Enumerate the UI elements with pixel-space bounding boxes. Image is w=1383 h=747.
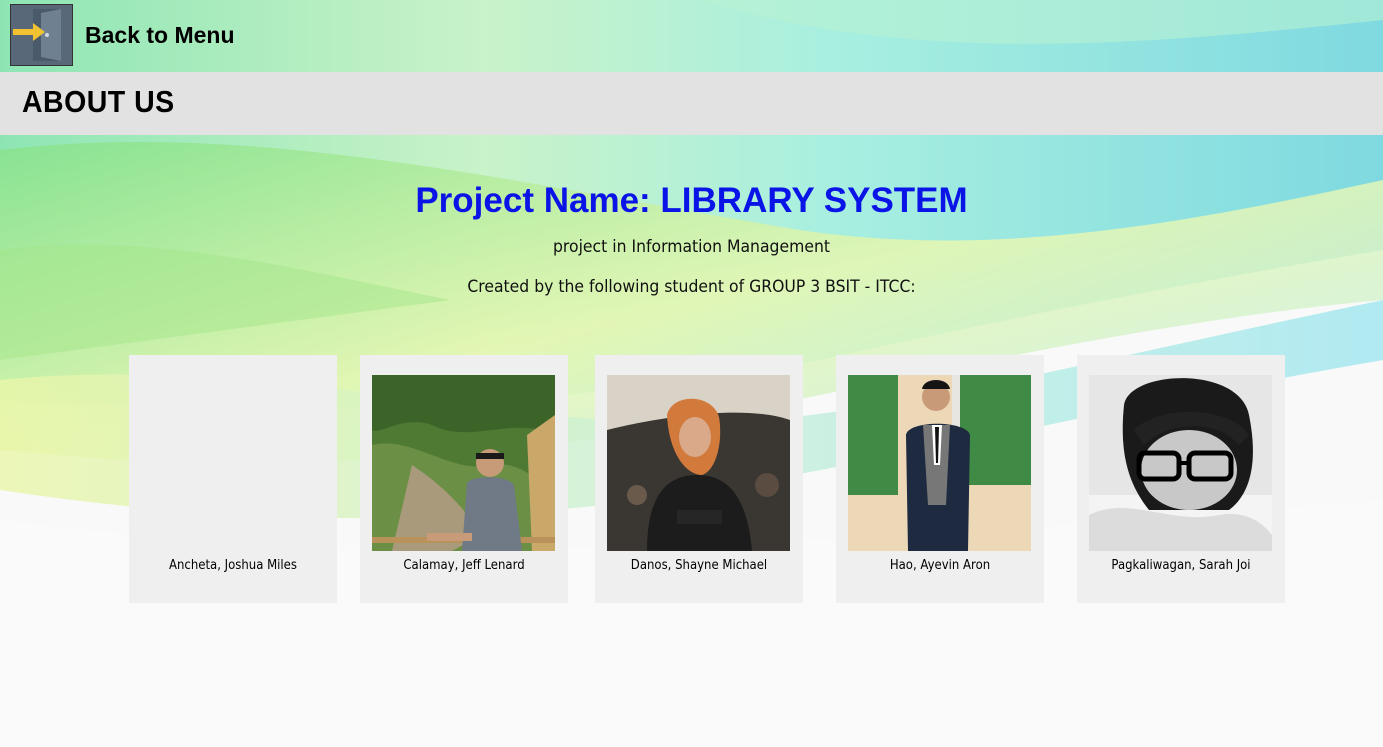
member-name: Danos, Shayne Michael bbox=[630, 558, 768, 573]
member-photo bbox=[848, 375, 1031, 551]
page-title: ABOUT US bbox=[22, 84, 175, 119]
member-photo bbox=[607, 375, 790, 551]
project-name-heading: Project Name: LIBRARY SYSTEM bbox=[415, 181, 968, 220]
project-subtitle: project in Information Management bbox=[552, 237, 831, 257]
member-photo-empty bbox=[141, 375, 324, 551]
member-card: Danos, Shayne Michael bbox=[595, 355, 803, 603]
door-exit-icon bbox=[10, 4, 73, 66]
back-to-menu-button[interactable]: Back to Menu bbox=[10, 4, 235, 66]
member-photo bbox=[372, 375, 555, 551]
member-card: Hao, Ayevin Aron bbox=[836, 355, 1044, 603]
member-name: Hao, Ayevin Aron bbox=[889, 558, 991, 573]
member-name: Ancheta, Joshua Miles bbox=[169, 558, 297, 573]
top-bar: Back to Menu bbox=[0, 0, 1383, 72]
member-card: Ancheta, Joshua Miles bbox=[129, 355, 337, 603]
member-name: Pagkaliwagan, Sarah Joi bbox=[1111, 558, 1251, 573]
member-name: Calamay, Jeff Lenard bbox=[403, 558, 525, 573]
member-card: Calamay, Jeff Lenard bbox=[360, 355, 568, 603]
back-to-menu-label: Back to Menu bbox=[85, 21, 235, 48]
project-intro: Project Name: LIBRARY SYSTEM project in … bbox=[0, 178, 1383, 298]
member-card: Pagkaliwagan, Sarah Joi bbox=[1077, 355, 1285, 603]
created-by-text: Created by the following student of GROU… bbox=[467, 277, 916, 297]
member-photo bbox=[1089, 375, 1272, 551]
page-header: ABOUT US bbox=[0, 72, 1383, 135]
